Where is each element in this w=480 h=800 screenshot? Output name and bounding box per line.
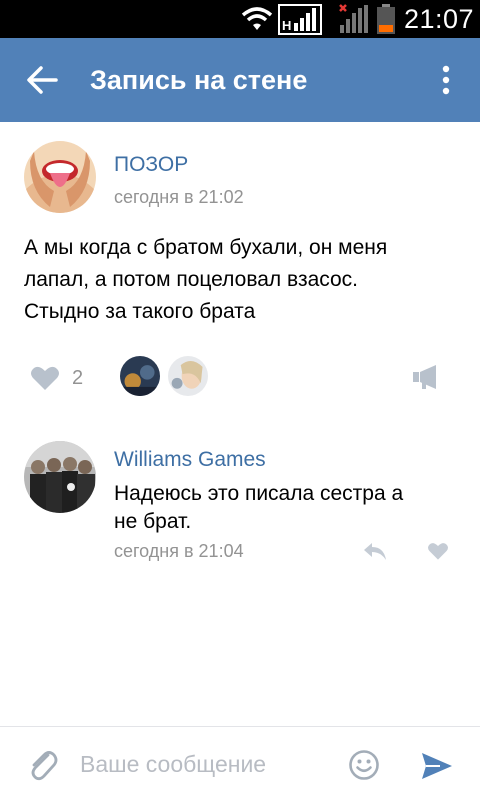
comment-author-name[interactable]: Williams Games bbox=[114, 447, 266, 473]
reply-icon[interactable] bbox=[362, 540, 388, 562]
liker-avatar[interactable] bbox=[166, 354, 210, 398]
svg-text:H: H bbox=[282, 18, 291, 33]
comment-text-line: Надеюсь это писала сестра а bbox=[114, 482, 404, 505]
post-text-line: лапал, а потом поцеловал взасос. bbox=[24, 268, 359, 291]
comment-text: Надеюсь это писала сестра а не брат. bbox=[114, 480, 464, 536]
app-header: Запись на стене bbox=[0, 38, 480, 122]
paperclip-icon[interactable] bbox=[26, 747, 58, 783]
send-icon[interactable] bbox=[420, 751, 454, 781]
post-text: А мы когда с братом бухали, он меня лапа… bbox=[24, 232, 464, 328]
wifi-icon bbox=[241, 7, 273, 30]
emoji-smile-icon[interactable] bbox=[348, 749, 380, 781]
more-vertical-icon[interactable] bbox=[434, 60, 458, 100]
signal-icon bbox=[339, 4, 368, 33]
back-arrow-icon[interactable] bbox=[22, 60, 62, 100]
post-author-avatar[interactable] bbox=[24, 141, 96, 213]
heart-icon[interactable] bbox=[30, 364, 60, 392]
page-title: Запись на стене bbox=[90, 65, 308, 95]
status-bar: H 21:07 bbox=[0, 0, 480, 38]
liker-avatar[interactable] bbox=[118, 354, 162, 398]
post-text-line: Стыдно за такого брата bbox=[24, 300, 256, 323]
battery-icon bbox=[377, 4, 395, 34]
message-composer bbox=[0, 726, 480, 800]
message-input[interactable] bbox=[80, 741, 330, 787]
comment-author-avatar[interactable] bbox=[24, 441, 96, 513]
post-author-name[interactable]: ПОЗОР bbox=[114, 152, 188, 178]
comment-timestamp: сегодня в 21:04 bbox=[114, 541, 244, 561]
mobile-data-icon: H bbox=[278, 4, 322, 35]
like-count[interactable]: 2 bbox=[72, 366, 83, 390]
post-timestamp: сегодня в 21:02 bbox=[114, 187, 244, 207]
post-text-line: А мы когда с братом бухали, он меня bbox=[24, 236, 388, 259]
share-megaphone-icon[interactable] bbox=[410, 362, 442, 392]
status-time: 21:07 bbox=[404, 4, 475, 34]
heart-icon[interactable] bbox=[427, 541, 449, 561]
comment-text-line: не брат. bbox=[114, 510, 192, 533]
